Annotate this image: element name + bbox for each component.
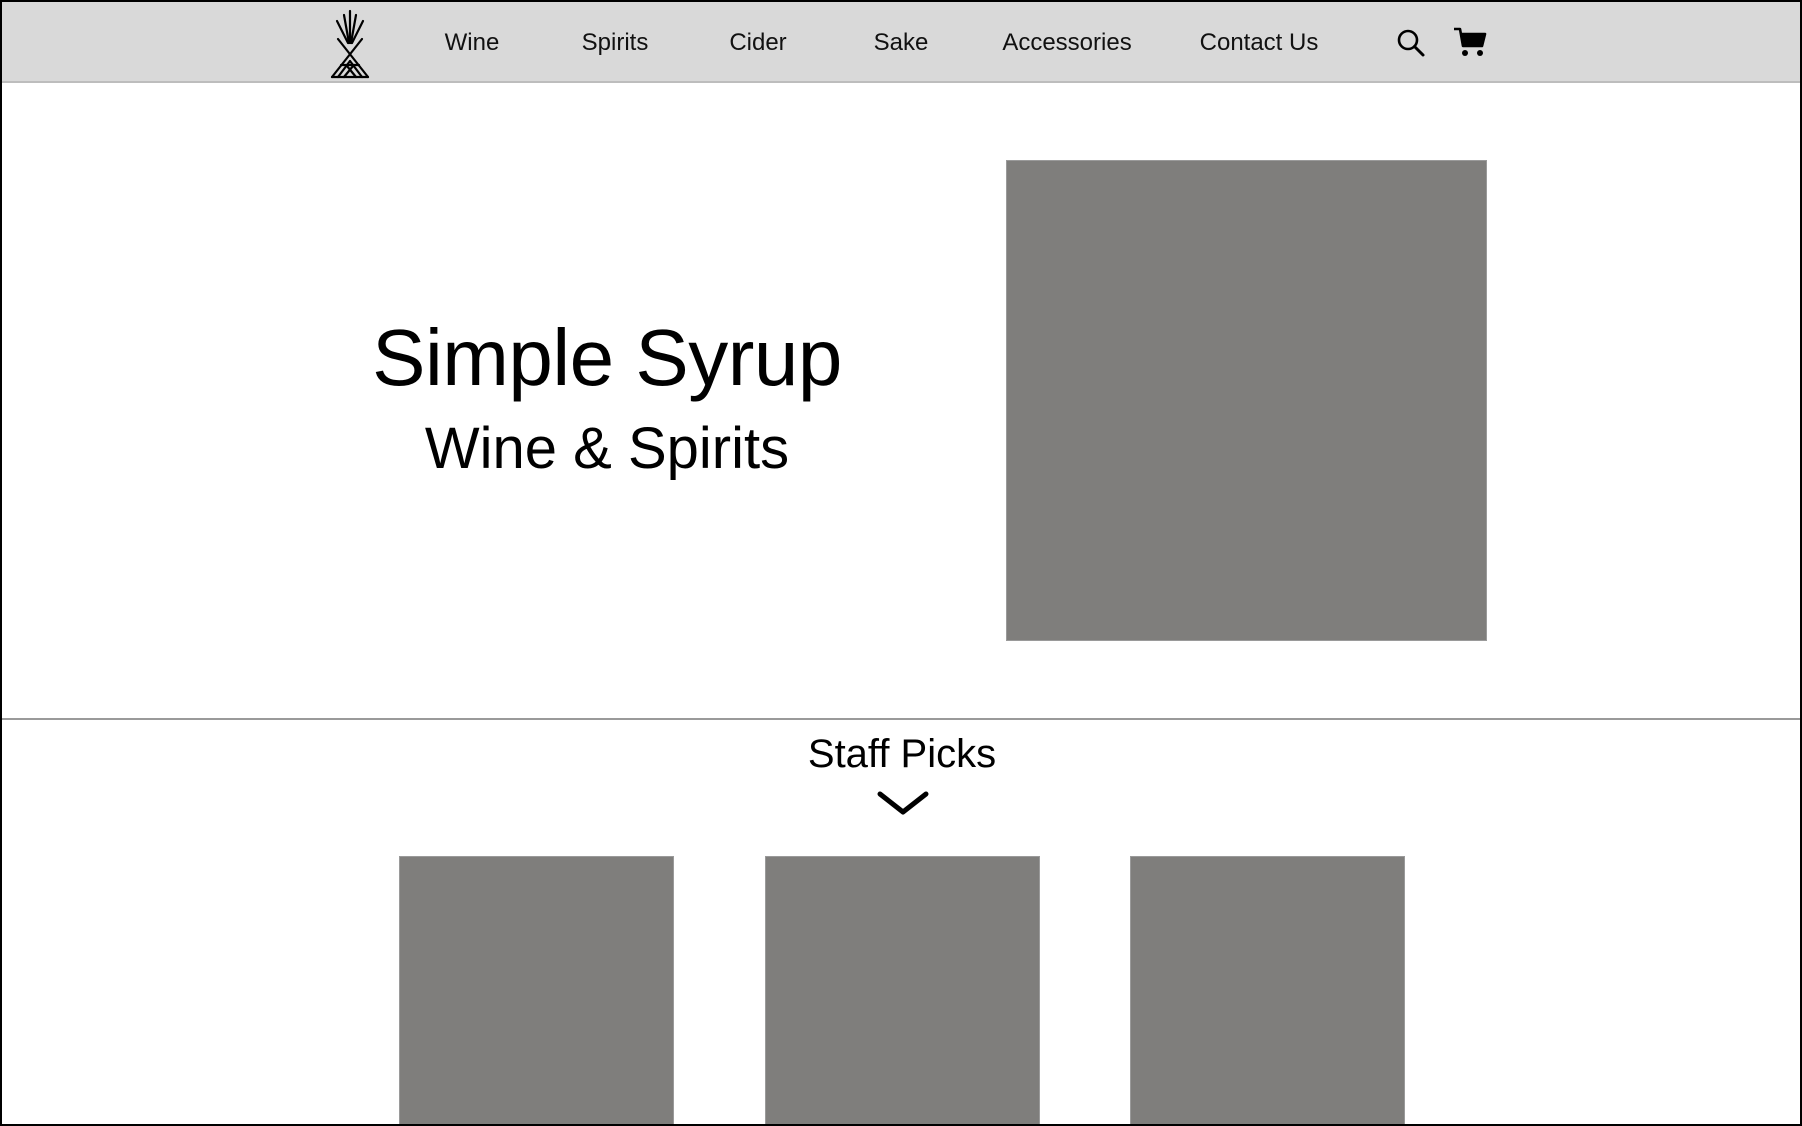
staff-picks-heading: Staff Picks bbox=[807, 732, 997, 776]
wheat-sheaf-logo-icon[interactable] bbox=[328, 9, 372, 79]
page-frame: Wine Spirits Cider Sake Accessories Cont… bbox=[0, 0, 1802, 1126]
staff-pick-card-1[interactable] bbox=[399, 856, 674, 1124]
nav-link-accessories[interactable]: Accessories bbox=[1002, 27, 1131, 59]
nav-link-spirits[interactable]: Spirits bbox=[582, 27, 649, 59]
section-divider bbox=[2, 718, 1800, 720]
nav-link-cider[interactable]: Cider bbox=[729, 27, 786, 59]
top-navbar: Wine Spirits Cider Sake Accessories Cont… bbox=[2, 2, 1800, 83]
search-icon[interactable] bbox=[1396, 28, 1426, 58]
nav-link-sake[interactable]: Sake bbox=[874, 27, 929, 59]
staff-pick-card-3[interactable] bbox=[1130, 856, 1405, 1124]
hero-subtitle: Wine & Spirits bbox=[424, 416, 790, 481]
nav-link-contact-us[interactable]: Contact Us bbox=[1200, 27, 1319, 59]
chevron-down-icon[interactable] bbox=[876, 788, 930, 818]
nav-link-wine[interactable]: Wine bbox=[445, 27, 500, 59]
staff-pick-card-2[interactable] bbox=[765, 856, 1040, 1124]
hero-title: Simple Syrup bbox=[372, 313, 842, 402]
cart-icon[interactable] bbox=[1453, 26, 1487, 58]
hero-image-placeholder bbox=[1006, 160, 1487, 641]
